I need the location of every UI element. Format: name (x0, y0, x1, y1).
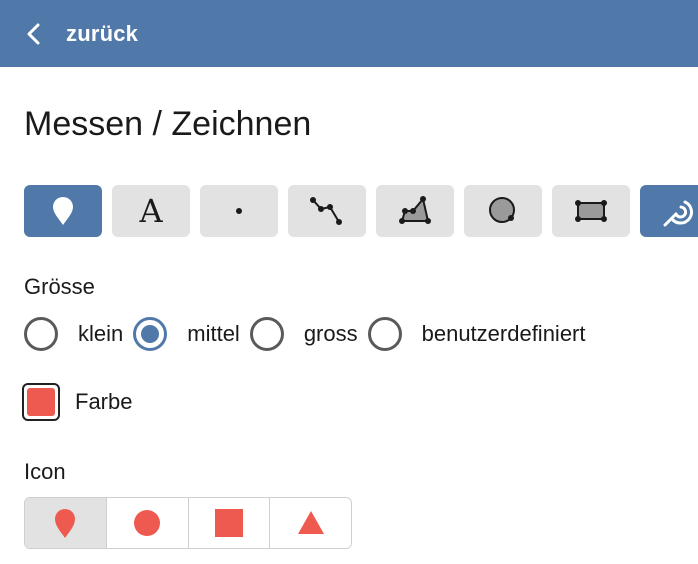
drawing-toolbar: A (24, 185, 698, 237)
size-option-label: klein (78, 321, 124, 346)
page-title: Messen / Zeichnen (24, 105, 312, 143)
icon-label: Icon (24, 459, 66, 484)
text-icon: A (139, 192, 163, 230)
color-picker[interactable]: Farbe (22, 383, 132, 421)
size-radio-group: klein mittel gross benutzerdefiniert (24, 314, 596, 354)
tool-marker-button[interactable] (24, 185, 102, 237)
size-option-benutzerdefiniert[interactable]: benutzerdefiniert (367, 317, 596, 351)
tool-rotate-button[interactable] (640, 185, 698, 237)
back-label: zurück (66, 20, 139, 46)
icon-option-marker[interactable] (25, 498, 107, 548)
circle-icon (489, 197, 515, 223)
tool-rectangle-button[interactable] (552, 185, 630, 237)
tool-point-button[interactable] (200, 185, 278, 237)
point-icon (236, 208, 242, 214)
size-option-label: mittel (187, 321, 240, 346)
radio-icon (24, 317, 58, 351)
icon-option-square[interactable] (188, 498, 271, 548)
icon-option-circle[interactable] (106, 498, 189, 548)
radio-icon (367, 317, 402, 351)
color-swatch-frame (22, 383, 60, 421)
tool-circle-button[interactable] (464, 185, 542, 237)
tool-text-button[interactable]: A (112, 185, 190, 237)
rotate-icon (663, 200, 694, 227)
icon-option-triangle[interactable] (270, 498, 351, 548)
marker-icon (53, 197, 73, 225)
size-label: Grösse (24, 274, 95, 299)
radio-checked-icon (133, 317, 168, 351)
back-button[interactable]: zurück (0, 0, 698, 67)
tool-polygon-button[interactable] (376, 185, 454, 237)
triangle-icon (297, 511, 324, 534)
size-option-gross[interactable]: gross (249, 317, 368, 351)
chevron-left-icon (27, 23, 40, 44)
tool-line-button[interactable] (288, 185, 366, 237)
rectangle-icon (575, 200, 607, 222)
icon-selector (24, 497, 352, 549)
marker-icon (55, 509, 76, 538)
radio-icon (249, 317, 284, 351)
circle-icon (134, 510, 161, 536)
size-option-mittel[interactable]: mittel (133, 317, 250, 351)
size-option-klein[interactable]: klein (24, 317, 133, 351)
line-icon (310, 197, 342, 225)
square-icon (214, 509, 243, 537)
size-option-label: gross (303, 321, 358, 346)
color-swatch (27, 388, 55, 416)
color-label: Farbe (75, 389, 133, 414)
size-option-label: benutzerdefiniert (421, 321, 586, 346)
polygon-icon (399, 196, 431, 224)
